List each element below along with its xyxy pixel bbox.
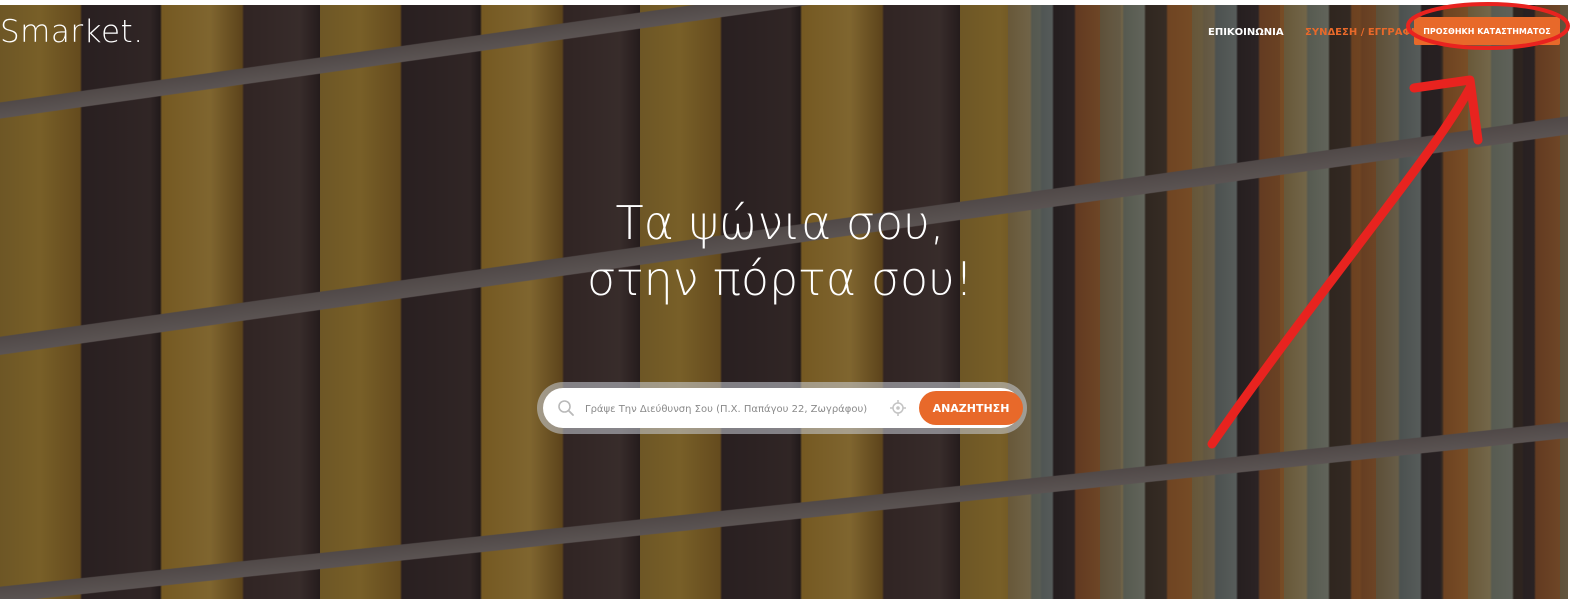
nav-login-signup-link[interactable]: ΣΥΝΔΕΣΗ / ΕΓΓΡΑΦΗ	[1305, 27, 1419, 38]
address-search-input[interactable]	[583, 396, 887, 422]
locate-icon[interactable]	[889, 399, 907, 417]
search-icon	[558, 400, 574, 416]
address-search-bar: ΑΝΑΖΗΤΗΣΗ	[537, 382, 1027, 434]
hero-headline: Τα ψώνια σου, στην πόρτα σου!	[480, 195, 1080, 307]
logo-dot: .	[133, 14, 144, 50]
site-logo[interactable]: Smarket.	[0, 17, 144, 48]
add-store-button[interactable]: ΠΡΟΣΘΗΚΗ ΚΑΤΑΣΤΗΜΑΤΟΣ	[1414, 17, 1560, 45]
logo-text: Smarket	[0, 14, 134, 50]
hero-banner: Smarket. ΕΠΙΚΟΙΝΩΝΙΑ ΣΥΝΔΕΣΗ / ΕΓΓΡΑΦΗ Π…	[0, 5, 1568, 599]
headline-line-1: Τα ψώνια σου,	[615, 196, 945, 250]
address-search-box: ΑΝΑΖΗΤΗΣΗ	[543, 388, 1023, 428]
nav-contact-link[interactable]: ΕΠΙΚΟΙΝΩΝΙΑ	[1208, 27, 1284, 38]
search-button[interactable]: ΑΝΑΖΗΤΗΣΗ	[919, 391, 1023, 425]
headline-line-2: στην πόρτα σου!	[586, 252, 974, 306]
